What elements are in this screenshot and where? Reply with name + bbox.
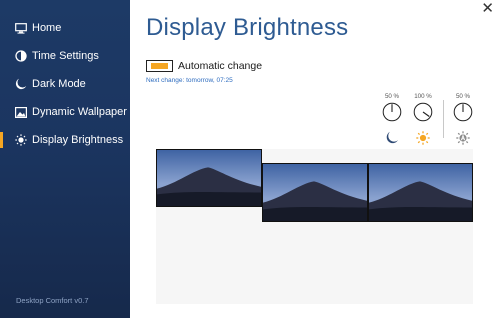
sidebar-item-time-settings[interactable]: Time Settings — [0, 45, 130, 67]
moon-icon — [15, 78, 27, 90]
sidebar-item-label: Dynamic Wallpaper — [32, 106, 127, 118]
sidebar-item-label: Home — [32, 22, 62, 34]
automatic-change-toggle[interactable] — [146, 60, 173, 72]
monitor-3[interactable] — [368, 163, 473, 222]
dial-icon[interactable] — [453, 102, 473, 122]
next-change-text: Next change: tomorrow, 07:25 — [146, 77, 233, 84]
page-title: Display Brightness — [146, 14, 349, 41]
wallpaper-image — [157, 150, 261, 206]
sidebar-item-dynamic-wallpaper[interactable]: Dynamic Wallpaper — [0, 101, 130, 123]
monitor-icon — [15, 22, 27, 34]
app-version: Desktop Comfort v0.7 — [16, 296, 89, 305]
night-brightness-value: 50 % — [384, 93, 400, 100]
auto-brightness-value: 50 % — [455, 93, 471, 100]
sidebar-item-label: Dark Mode — [32, 78, 86, 90]
sidebar-item-label: Time Settings — [32, 50, 99, 62]
sidebar: Home Time Settings Dark Mode Dynamic Wal… — [0, 0, 130, 318]
monitor-preview-area — [156, 149, 473, 304]
image-icon — [15, 106, 27, 118]
auto-icon — [456, 131, 470, 145]
sun-icon — [416, 131, 430, 145]
close-button[interactable]: ✕ — [481, 1, 494, 16]
half-circle-icon — [15, 50, 27, 62]
dial-icon[interactable] — [382, 102, 402, 122]
sidebar-item-dark-mode[interactable]: Dark Mode — [0, 73, 130, 95]
dial-icon[interactable] — [413, 102, 433, 122]
monitor-2[interactable] — [262, 163, 368, 222]
sun-icon — [15, 134, 27, 146]
auto-brightness-knob[interactable]: 50 % — [453, 93, 473, 145]
monitor-1[interactable] — [156, 149, 262, 207]
sidebar-item-home[interactable]: Home — [0, 17, 130, 39]
moon-icon — [386, 131, 398, 144]
wallpaper-image — [263, 164, 367, 221]
day-brightness-value: 100 % — [414, 93, 432, 100]
controls-divider — [443, 100, 444, 138]
sidebar-item-label: Display Brightness — [32, 134, 124, 146]
toggle-fill — [151, 62, 168, 69]
night-brightness-knob[interactable]: 50 % — [382, 93, 402, 145]
automatic-change-label: Automatic change — [178, 60, 263, 72]
day-brightness-knob[interactable]: 100 % — [413, 93, 433, 145]
wallpaper-image — [369, 164, 472, 221]
sidebar-item-display-brightness[interactable]: Display Brightness — [0, 129, 130, 151]
